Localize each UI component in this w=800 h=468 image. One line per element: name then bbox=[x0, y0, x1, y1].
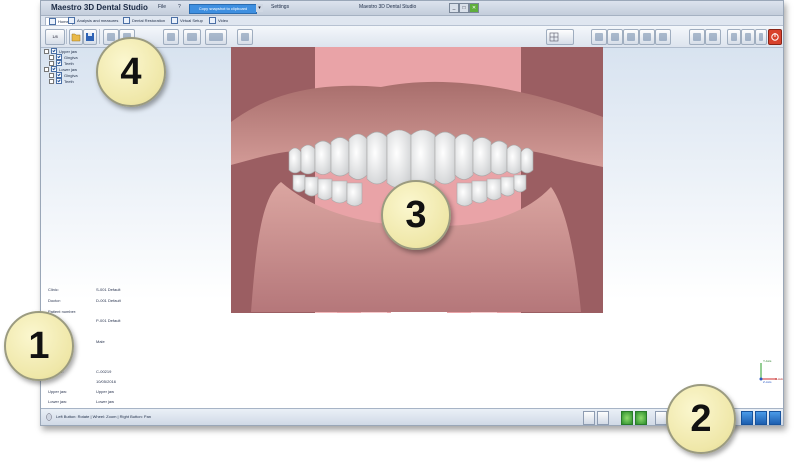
object-tree: Upper jaw Gingiva Teeth Lower jaw Gingiv… bbox=[44, 48, 78, 84]
mouse-icon bbox=[46, 413, 52, 421]
axis-gizmo: Y-Axis X-Axis Z-Axis bbox=[757, 355, 784, 385]
tool-button-5[interactable] bbox=[205, 29, 227, 45]
copy-snapshot-button[interactable]: Copy snapshot to clipboard bbox=[189, 4, 257, 14]
grid-icon bbox=[549, 32, 559, 42]
power-button[interactable] bbox=[768, 29, 782, 45]
axis-label-y: Y-Axis bbox=[763, 359, 772, 363]
info-label-upper-jaw: Upper jaw: bbox=[48, 389, 68, 394]
view-right-button[interactable] bbox=[639, 29, 655, 45]
toolbar-separator bbox=[66, 29, 67, 44]
grid-view-button[interactable] bbox=[546, 29, 574, 45]
title-bar: Maestro 3D Dental Studio File ? Copy sna… bbox=[41, 1, 783, 16]
zoom-in-button[interactable] bbox=[635, 411, 647, 425]
tab-virtual-setup[interactable]: Virtual Setup bbox=[171, 17, 203, 24]
tool-button-8[interactable] bbox=[705, 29, 721, 45]
tool-button-4[interactable] bbox=[183, 29, 201, 45]
tool-button-9[interactable] bbox=[727, 29, 741, 45]
setup-icon bbox=[171, 17, 178, 24]
tree-item-label: Teeth bbox=[64, 60, 74, 66]
expand-icon[interactable] bbox=[44, 48, 49, 54]
zoom-fit-button[interactable] bbox=[621, 411, 633, 425]
tool-button-10[interactable] bbox=[741, 29, 755, 45]
info-value-upper-jaw: Upper jaw bbox=[96, 389, 115, 394]
home-icon bbox=[49, 18, 56, 25]
info-label-doctor: Doctor: bbox=[48, 298, 61, 303]
tree-item-lower-teeth[interactable]: Teeth bbox=[44, 78, 78, 84]
tree-item-label: Lower jaw bbox=[59, 66, 78, 72]
info-value-case-id: C-00219 bbox=[96, 369, 112, 374]
open-button[interactable] bbox=[69, 29, 83, 45]
minimize-button[interactable]: _ bbox=[449, 3, 459, 13]
maximize-button[interactable]: □ bbox=[459, 3, 469, 13]
info-value-patient: P-001 Default bbox=[96, 318, 121, 323]
close-window-button[interactable]: ✕ bbox=[469, 3, 479, 13]
tree-item-label: Teeth bbox=[64, 78, 74, 84]
window-title: Maestro 3D Dental Studio bbox=[359, 4, 417, 10]
info-label-clinic: Clinic: bbox=[48, 287, 59, 292]
menu-help[interactable]: ? bbox=[178, 4, 181, 10]
callout-1: 1 bbox=[4, 311, 74, 381]
tab-video-label: Video bbox=[218, 18, 229, 23]
tree-item-label: Upper jaw bbox=[59, 48, 78, 54]
callout-3: 3 bbox=[381, 180, 451, 250]
copy-dropdown-button[interactable]: ▾ bbox=[256, 4, 263, 12]
axis-label-x: X-Axis bbox=[775, 377, 784, 381]
tool-button-11[interactable] bbox=[755, 29, 767, 45]
tab-dental-restoration-label: Dental Restoration bbox=[132, 18, 166, 23]
callout-4: 4 bbox=[96, 37, 166, 107]
tab-dental-restoration[interactable]: Dental Restoration bbox=[123, 17, 165, 24]
tooth-icon bbox=[123, 17, 130, 24]
view-back-button[interactable] bbox=[607, 29, 623, 45]
expand-icon[interactable] bbox=[49, 78, 54, 84]
power-icon bbox=[771, 33, 779, 41]
measure-tool-button-2[interactable] bbox=[597, 411, 609, 425]
tab-virtual-setup-label: Virtual Setup bbox=[180, 18, 203, 23]
view-wire-button[interactable] bbox=[755, 411, 767, 425]
tool-button-6[interactable] bbox=[237, 29, 253, 45]
video-icon bbox=[209, 17, 216, 24]
view-left-button[interactable] bbox=[623, 29, 639, 45]
expand-icon[interactable] bbox=[49, 72, 54, 78]
expand-icon[interactable] bbox=[49, 54, 54, 60]
ribbon-tabs: Home Analysis and measures Dental Restor… bbox=[41, 16, 783, 26]
app-title: Maestro 3D Dental Studio bbox=[51, 3, 148, 12]
tree-item-label: Gingiva bbox=[64, 54, 78, 60]
expand-icon[interactable] bbox=[49, 60, 54, 66]
checkbox-icon[interactable] bbox=[56, 78, 62, 84]
tree-item-label: Gingiva bbox=[64, 72, 78, 78]
tool-button-7[interactable] bbox=[689, 29, 705, 45]
floppy-disk-icon bbox=[86, 33, 94, 41]
tab-video[interactable]: Video bbox=[209, 17, 228, 24]
menu-settings[interactable]: Settings bbox=[271, 4, 289, 10]
toolbar-separator bbox=[99, 29, 100, 44]
axis-label-z: Z-Axis bbox=[763, 380, 772, 384]
view-top-button[interactable] bbox=[655, 29, 671, 45]
view-cube-button[interactable] bbox=[769, 411, 781, 425]
info-value-doctor: D-001 Default bbox=[96, 298, 121, 303]
save-button[interactable] bbox=[83, 29, 97, 45]
tab-analysis[interactable]: Analysis and measures bbox=[68, 17, 118, 24]
info-value-clinic: S-001 Default bbox=[96, 287, 121, 292]
folder-open-icon bbox=[71, 33, 81, 42]
view-solid-button[interactable] bbox=[741, 411, 753, 425]
info-value-date: 10/05/2016 bbox=[96, 379, 117, 384]
info-value-lower-jaw: Lower jaw bbox=[96, 399, 115, 404]
info-value-patient-sex: Male bbox=[96, 339, 105, 344]
menu-file[interactable]: File bbox=[158, 4, 166, 10]
view-front-button[interactable] bbox=[591, 29, 607, 45]
status-text: Left Button: Rotate | Wheel: Zoom | Righ… bbox=[56, 414, 152, 419]
info-label-lower-jaw: Lower jaw: bbox=[48, 399, 68, 404]
ruler-icon bbox=[68, 17, 75, 24]
measure-tool-button[interactable] bbox=[583, 411, 595, 425]
tool-button-3[interactable] bbox=[163, 29, 179, 45]
expand-icon[interactable] bbox=[44, 66, 49, 72]
callout-2: 2 bbox=[666, 384, 736, 454]
zoom-select[interactable]: 1/8 bbox=[45, 29, 65, 45]
tab-analysis-label: Analysis and measures bbox=[77, 18, 119, 23]
